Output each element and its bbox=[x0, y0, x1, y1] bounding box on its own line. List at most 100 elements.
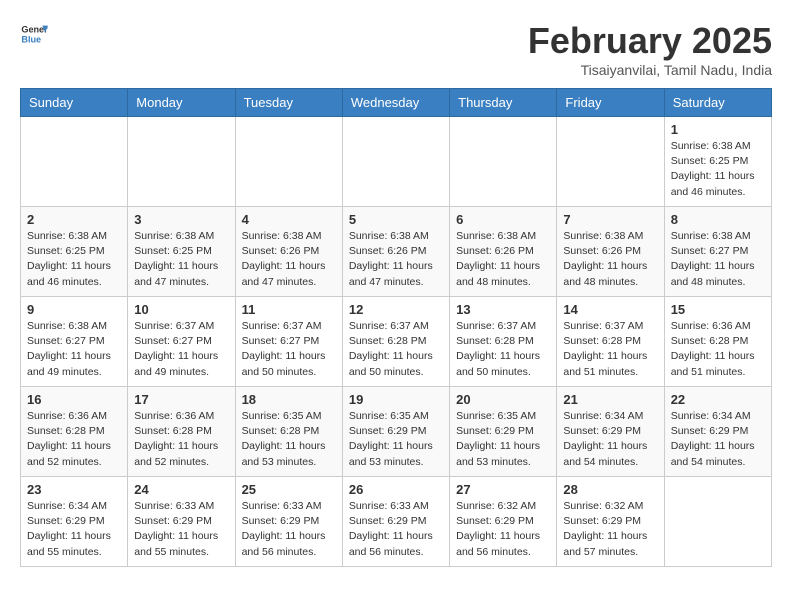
weekday-header-sunday: Sunday bbox=[21, 89, 128, 117]
day-cell-21: 21 Sunrise: 6:34 AMSunset: 6:29 PMDayligh… bbox=[557, 387, 664, 477]
day-info-2: Sunrise: 6:38 AMSunset: 6:25 PMDaylight:… bbox=[27, 229, 121, 290]
day-number-3: 3 bbox=[134, 212, 228, 227]
page-header: General Blue February 2025 Tisaiyanvilai… bbox=[20, 20, 772, 78]
day-info-13: Sunrise: 6:37 AMSunset: 6:28 PMDaylight:… bbox=[456, 319, 550, 380]
day-number-11: 11 bbox=[242, 302, 336, 317]
day-cell-6: 6 Sunrise: 6:38 AMSunset: 6:26 PMDaylight… bbox=[450, 207, 557, 297]
day-number-19: 19 bbox=[349, 392, 443, 407]
day-number-14: 14 bbox=[563, 302, 657, 317]
day-number-16: 16 bbox=[27, 392, 121, 407]
day-number-6: 6 bbox=[456, 212, 550, 227]
day-cell-7: 7 Sunrise: 6:38 AMSunset: 6:26 PMDaylight… bbox=[557, 207, 664, 297]
day-number-13: 13 bbox=[456, 302, 550, 317]
day-info-17: Sunrise: 6:36 AMSunset: 6:28 PMDaylight:… bbox=[134, 409, 228, 470]
day-number-17: 17 bbox=[134, 392, 228, 407]
day-info-18: Sunrise: 6:35 AMSunset: 6:28 PMDaylight:… bbox=[242, 409, 336, 470]
day-info-27: Sunrise: 6:32 AMSunset: 6:29 PMDaylight:… bbox=[456, 499, 550, 560]
weekday-header-friday: Friday bbox=[557, 89, 664, 117]
day-cell-24: 24 Sunrise: 6:33 AMSunset: 6:29 PMDayligh… bbox=[128, 477, 235, 567]
empty-cell bbox=[342, 117, 449, 207]
day-info-3: Sunrise: 6:38 AMSunset: 6:25 PMDaylight:… bbox=[134, 229, 228, 290]
day-info-25: Sunrise: 6:33 AMSunset: 6:29 PMDaylight:… bbox=[242, 499, 336, 560]
day-cell-11: 11 Sunrise: 6:37 AMSunset: 6:27 PMDayligh… bbox=[235, 297, 342, 387]
day-cell-23: 23 Sunrise: 6:34 AMSunset: 6:29 PMDayligh… bbox=[21, 477, 128, 567]
day-number-10: 10 bbox=[134, 302, 228, 317]
day-info-16: Sunrise: 6:36 AMSunset: 6:28 PMDaylight:… bbox=[27, 409, 121, 470]
svg-text:Blue: Blue bbox=[21, 34, 41, 44]
day-cell-16: 16 Sunrise: 6:36 AMSunset: 6:28 PMDayligh… bbox=[21, 387, 128, 477]
empty-cell bbox=[21, 117, 128, 207]
day-cell-9: 9 Sunrise: 6:38 AMSunset: 6:27 PMDaylight… bbox=[21, 297, 128, 387]
week-row-1: 1 Sunrise: 6:38 AMSunset: 6:25 PMDaylight… bbox=[21, 117, 772, 207]
day-number-15: 15 bbox=[671, 302, 765, 317]
day-cell-13: 13 Sunrise: 6:37 AMSunset: 6:28 PMDayligh… bbox=[450, 297, 557, 387]
day-number-26: 26 bbox=[349, 482, 443, 497]
logo-icon: General Blue bbox=[20, 20, 48, 48]
day-cell-20: 20 Sunrise: 6:35 AMSunset: 6:29 PMDayligh… bbox=[450, 387, 557, 477]
day-number-9: 9 bbox=[27, 302, 121, 317]
day-cell-14: 14 Sunrise: 6:37 AMSunset: 6:28 PMDayligh… bbox=[557, 297, 664, 387]
calendar-table: SundayMondayTuesdayWednesdayThursdayFrid… bbox=[20, 88, 772, 567]
day-info-14: Sunrise: 6:37 AMSunset: 6:28 PMDaylight:… bbox=[563, 319, 657, 380]
day-cell-10: 10 Sunrise: 6:37 AMSunset: 6:27 PMDayligh… bbox=[128, 297, 235, 387]
week-row-5: 23 Sunrise: 6:34 AMSunset: 6:29 PMDayligh… bbox=[21, 477, 772, 567]
logo: General Blue bbox=[20, 20, 48, 48]
day-number-25: 25 bbox=[242, 482, 336, 497]
day-number-4: 4 bbox=[242, 212, 336, 227]
day-cell-28: 28 Sunrise: 6:32 AMSunset: 6:29 PMDayligh… bbox=[557, 477, 664, 567]
day-number-18: 18 bbox=[242, 392, 336, 407]
day-info-8: Sunrise: 6:38 AMSunset: 6:27 PMDaylight:… bbox=[671, 229, 765, 290]
day-cell-15: 15Sunrise: 6:36 AMSunset: 6:28 PMDayligh… bbox=[664, 297, 771, 387]
day-number-20: 20 bbox=[456, 392, 550, 407]
title-block: February 2025 Tisaiyanvilai, Tamil Nadu,… bbox=[528, 20, 772, 78]
week-row-4: 16 Sunrise: 6:36 AMSunset: 6:28 PMDayligh… bbox=[21, 387, 772, 477]
day-number-1: 1 bbox=[671, 122, 765, 137]
day-info-7: Sunrise: 6:38 AMSunset: 6:26 PMDaylight:… bbox=[563, 229, 657, 290]
day-cell-3: 3 Sunrise: 6:38 AMSunset: 6:25 PMDaylight… bbox=[128, 207, 235, 297]
day-cell-19: 19 Sunrise: 6:35 AMSunset: 6:29 PMDayligh… bbox=[342, 387, 449, 477]
day-number-21: 21 bbox=[563, 392, 657, 407]
day-number-7: 7 bbox=[563, 212, 657, 227]
day-number-22: 22 bbox=[671, 392, 765, 407]
day-info-26: Sunrise: 6:33 AMSunset: 6:29 PMDaylight:… bbox=[349, 499, 443, 560]
day-number-24: 24 bbox=[134, 482, 228, 497]
location-subtitle: Tisaiyanvilai, Tamil Nadu, India bbox=[528, 62, 772, 78]
day-info-1: Sunrise: 6:38 AMSunset: 6:25 PMDaylight:… bbox=[671, 139, 765, 200]
day-number-12: 12 bbox=[349, 302, 443, 317]
day-cell-1: 1 Sunrise: 6:38 AMSunset: 6:25 PMDaylight… bbox=[664, 117, 771, 207]
weekday-header-row: SundayMondayTuesdayWednesdayThursdayFrid… bbox=[21, 89, 772, 117]
day-cell-18: 18 Sunrise: 6:35 AMSunset: 6:28 PMDayligh… bbox=[235, 387, 342, 477]
month-title: February 2025 bbox=[528, 20, 772, 62]
day-cell-12: 12 Sunrise: 6:37 AMSunset: 6:28 PMDayligh… bbox=[342, 297, 449, 387]
day-number-8: 8 bbox=[671, 212, 765, 227]
weekday-header-saturday: Saturday bbox=[664, 89, 771, 117]
day-cell-22: 22Sunrise: 6:34 AMSunset: 6:29 PMDayligh… bbox=[664, 387, 771, 477]
day-number-2: 2 bbox=[27, 212, 121, 227]
day-info-20: Sunrise: 6:35 AMSunset: 6:29 PMDaylight:… bbox=[456, 409, 550, 470]
day-cell-26: 26 Sunrise: 6:33 AMSunset: 6:29 PMDayligh… bbox=[342, 477, 449, 567]
day-number-23: 23 bbox=[27, 482, 121, 497]
day-info-6: Sunrise: 6:38 AMSunset: 6:26 PMDaylight:… bbox=[456, 229, 550, 290]
empty-cell bbox=[450, 117, 557, 207]
day-info-24: Sunrise: 6:33 AMSunset: 6:29 PMDaylight:… bbox=[134, 499, 228, 560]
day-number-28: 28 bbox=[563, 482, 657, 497]
day-info-12: Sunrise: 6:37 AMSunset: 6:28 PMDaylight:… bbox=[349, 319, 443, 380]
day-info-19: Sunrise: 6:35 AMSunset: 6:29 PMDaylight:… bbox=[349, 409, 443, 470]
day-info-23: Sunrise: 6:34 AMSunset: 6:29 PMDaylight:… bbox=[27, 499, 121, 560]
week-row-2: 2 Sunrise: 6:38 AMSunset: 6:25 PMDaylight… bbox=[21, 207, 772, 297]
weekday-header-thursday: Thursday bbox=[450, 89, 557, 117]
day-info-9: Sunrise: 6:38 AMSunset: 6:27 PMDaylight:… bbox=[27, 319, 121, 380]
day-info-5: Sunrise: 6:38 AMSunset: 6:26 PMDaylight:… bbox=[349, 229, 443, 290]
week-row-3: 9 Sunrise: 6:38 AMSunset: 6:27 PMDaylight… bbox=[21, 297, 772, 387]
day-info-28: Sunrise: 6:32 AMSunset: 6:29 PMDaylight:… bbox=[563, 499, 657, 560]
empty-cell bbox=[128, 117, 235, 207]
day-number-5: 5 bbox=[349, 212, 443, 227]
day-info-10: Sunrise: 6:37 AMSunset: 6:27 PMDaylight:… bbox=[134, 319, 228, 380]
weekday-header-monday: Monday bbox=[128, 89, 235, 117]
empty-cell bbox=[557, 117, 664, 207]
day-number-27: 27 bbox=[456, 482, 550, 497]
day-info-21: Sunrise: 6:34 AMSunset: 6:29 PMDaylight:… bbox=[563, 409, 657, 470]
day-cell-17: 17 Sunrise: 6:36 AMSunset: 6:28 PMDayligh… bbox=[128, 387, 235, 477]
weekday-header-wednesday: Wednesday bbox=[342, 89, 449, 117]
day-info-11: Sunrise: 6:37 AMSunset: 6:27 PMDaylight:… bbox=[242, 319, 336, 380]
